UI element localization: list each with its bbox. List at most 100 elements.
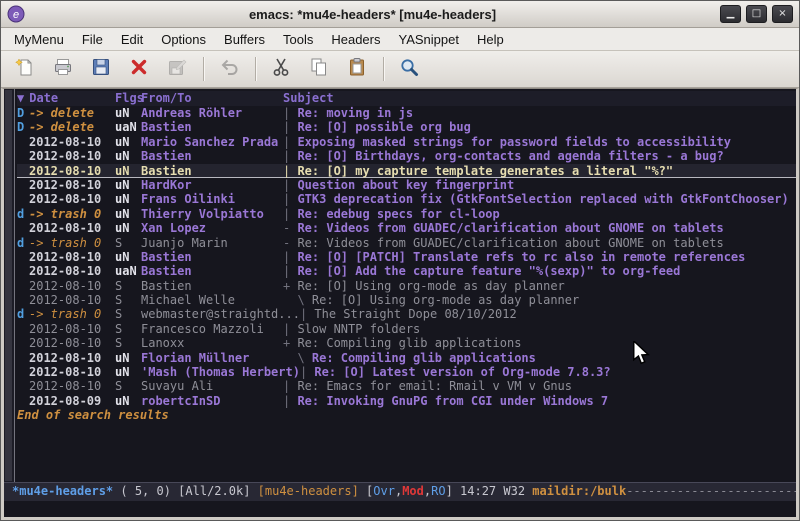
end-of-results: End of search results <box>17 408 796 423</box>
paste-button[interactable] <box>341 54 373 84</box>
emacs-window: e emacs: *mu4e-headers* [mu4e-headers] ▁… <box>0 0 800 521</box>
menu-yasnippet[interactable]: YASnippet <box>389 30 467 49</box>
new-file-button[interactable] <box>9 54 41 84</box>
menu-tools[interactable]: Tools <box>274 30 322 49</box>
msg-from: Suvayu Ali <box>141 379 283 393</box>
message-row[interactable]: 2012-08-10uNXan Lopez- Re: Videos from G… <box>17 221 796 235</box>
copy-button[interactable] <box>303 54 335 84</box>
undo-button[interactable] <box>213 54 245 84</box>
search-icon <box>398 56 420 83</box>
message-row[interactable]: 2012-08-10uNBastien| Re: [O] my capture … <box>17 164 796 178</box>
msg-sep: | <box>283 149 297 163</box>
message-row[interactable]: 2012-08-10SLanoxx+ Re: Compiling glib ap… <box>17 336 796 350</box>
msg-date: -> trash 0 <box>29 236 115 250</box>
message-row[interactable]: 2012-08-10SBastien+ Re: [O] Using org-mo… <box>17 279 796 293</box>
msg-subject: Re: [O] Add the capture feature "%(sexp)… <box>297 264 680 278</box>
menu-file[interactable]: File <box>73 30 112 49</box>
message-row[interactable]: 2012-08-10uNHardKor| Question about key … <box>17 178 796 192</box>
msg-from: Bastien <box>141 149 283 163</box>
msg-marker <box>17 379 29 393</box>
msg-marker <box>17 351 29 365</box>
message-row[interactable]: 2012-08-10uNBastien| Re: [O] [PATCH] Tra… <box>17 250 796 264</box>
write-file-button[interactable] <box>161 54 193 84</box>
print-button[interactable] <box>47 54 79 84</box>
message-row[interactable]: 2012-08-10uNBastien| Re: [O] Birthdays, … <box>17 149 796 163</box>
menu-buffers[interactable]: Buffers <box>215 30 274 49</box>
msg-date: 2012-08-10 <box>29 351 115 365</box>
msg-subject: Re: Invoking GnuPG from CGI under Window… <box>297 394 608 408</box>
kill-buffer-icon <box>128 56 150 83</box>
message-row[interactable]: d-> trash 0uNThierry Volpiatto| Re: edeb… <box>17 207 796 221</box>
message-row[interactable]: D-> deleteuaNBastien| Re: [O] possible o… <box>17 120 796 134</box>
msg-date: 2012-08-10 <box>29 178 115 192</box>
scrollbar[interactable] <box>4 89 15 482</box>
msg-from: Bastien <box>141 264 283 278</box>
cut-icon <box>270 56 292 83</box>
menu-help[interactable]: Help <box>468 30 513 49</box>
message-row[interactable]: 2012-08-09uNrobertcInSD| Re: Invoking Gn… <box>17 394 796 408</box>
msg-subject: Slow NNTP folders <box>297 322 420 336</box>
msg-marker <box>17 279 29 293</box>
msg-from: Michael Welle <box>141 293 283 307</box>
toolbar-separator <box>383 57 385 81</box>
message-row[interactable]: 2012-08-10uaNBastien| Re: [O] Add the ca… <box>17 264 796 278</box>
menu-headers[interactable]: Headers <box>322 30 389 49</box>
msg-flags: S <box>115 236 141 250</box>
message-row[interactable]: d-> trash 0SJuanjo Marin- Re: Videos fro… <box>17 236 796 250</box>
msg-subject: Re: Compiling glib applications <box>297 336 521 350</box>
msg-subject: Question about key fingerprint <box>297 178 514 192</box>
msg-marker: d <box>17 307 29 321</box>
modeline-segment-minor: Ovr <box>373 484 395 498</box>
msg-from: Bastien <box>141 120 283 134</box>
msg-flags: S <box>115 379 141 393</box>
msg-flags: uN <box>115 149 141 163</box>
menu-edit[interactable]: Edit <box>112 30 152 49</box>
msg-marker: D <box>17 106 29 120</box>
msg-date: -> trash 0 <box>29 207 115 221</box>
message-row[interactable]: 2012-08-10SFrancesco Mazzoli| Slow NNTP … <box>17 322 796 336</box>
msg-sep: + <box>283 336 297 350</box>
column-header-from: From/To <box>141 91 283 106</box>
echo-area[interactable] <box>4 501 796 517</box>
close-button[interactable]: × <box>772 5 793 23</box>
message-row[interactable]: 2012-08-10uNFrans Oilinki| GTK3 deprecat… <box>17 192 796 206</box>
msg-flags: S <box>115 336 141 350</box>
msg-marker <box>17 293 29 307</box>
msg-flags: uN <box>115 178 141 192</box>
msg-flags: uaN <box>115 264 141 278</box>
msg-marker <box>17 149 29 163</box>
menu-mymenu[interactable]: MyMenu <box>5 30 73 49</box>
message-row[interactable]: D-> deleteuNAndreas Röhler| Re: moving i… <box>17 106 796 120</box>
msg-from: Lanoxx <box>141 336 283 350</box>
message-row[interactable]: d-> trash 0Swebmaster@straightd...| The … <box>17 307 796 321</box>
msg-subject: Re: Emacs for email: Rmail v VM v Gnus <box>297 379 572 393</box>
save-button[interactable] <box>85 54 117 84</box>
msg-date: -> delete <box>29 106 115 120</box>
msg-sep: | <box>283 178 297 192</box>
scrollbar-thumb[interactable] <box>5 90 12 481</box>
message-row[interactable]: 2012-08-10SMichael Welle \ Re: [O] Using… <box>17 293 796 307</box>
message-row[interactable]: 2012-08-10uN'Mash (Thomas Herbert)| Re: … <box>17 365 796 379</box>
msg-flags: S <box>115 307 141 321</box>
svg-text:e: e <box>13 9 19 21</box>
message-row[interactable]: 2012-08-10uNFlorian Müllner \ Re: Compil… <box>17 351 796 365</box>
minimize-button[interactable]: ▁ <box>720 5 741 23</box>
msg-date: 2012-08-10 <box>29 164 115 177</box>
window-title: emacs: *mu4e-headers* [mu4e-headers] <box>25 7 720 22</box>
message-row[interactable]: 2012-08-10SSuvayu Ali| Re: Emacs for ema… <box>17 379 796 393</box>
modeline-segment-plain: [ <box>359 484 373 498</box>
maximize-button[interactable]: □ <box>746 5 767 23</box>
msg-subject: Re: [O] [PATCH] Translate refs to rc als… <box>297 250 745 264</box>
menu-options[interactable]: Options <box>152 30 215 49</box>
msg-date: 2012-08-10 <box>29 293 115 307</box>
titlebar[interactable]: e emacs: *mu4e-headers* [mu4e-headers] ▁… <box>1 1 799 28</box>
copy-icon <box>308 56 330 83</box>
message-row[interactable]: 2012-08-10uNMario Sanchez Prada| Exposin… <box>17 135 796 149</box>
msg-sep: | <box>283 192 297 206</box>
mu4e-headers-buffer: ▼Date Flgs From/To Subject D-> deleteuNA… <box>4 89 796 482</box>
save-icon <box>90 56 112 83</box>
kill-buffer-button[interactable] <box>123 54 155 84</box>
modeline-segment-plain: ( 5, 0) [All/2.0k] <box>113 484 258 498</box>
search-button[interactable] <box>393 54 425 84</box>
cut-button[interactable] <box>265 54 297 84</box>
